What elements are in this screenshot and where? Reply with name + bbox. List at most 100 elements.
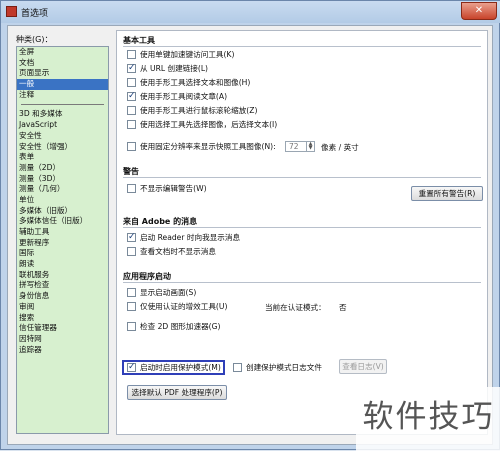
checkbox[interactable] — [127, 184, 136, 193]
show-messages-at-launch-option[interactable]: 启动 Reader 时向我显示消息 — [127, 232, 240, 243]
category-item[interactable]: 全屏 — [17, 47, 108, 58]
category-item[interactable]: 信任管理器 — [17, 323, 108, 334]
option-label: 仅使用认证的增效工具(U) — [140, 302, 228, 311]
checkbox[interactable] — [127, 50, 136, 59]
basic-tools-title: 基本工具 — [123, 36, 155, 45]
category-item[interactable]: 测量（几何） — [17, 184, 108, 195]
category-item[interactable]: 朗读 — [17, 259, 108, 270]
divider — [123, 282, 481, 283]
preferences-window: 首选项 ✕ 种类(G)： 全屏 文档 页面显示 一般 注释 3D 和多媒体 Ja… — [0, 0, 500, 451]
category-item[interactable]: 安全性（增强） — [17, 142, 108, 153]
resolution-spinner[interactable]: 72 ▲ ▼ — [285, 141, 315, 152]
checkbox[interactable] — [233, 363, 242, 372]
category-item[interactable]: 辅助工具 — [17, 227, 108, 238]
enable-protected-mode-option[interactable]: 启动时启用保护模式(M) — [127, 362, 221, 373]
option-label: 检查 2D 图形加速器(G) — [140, 322, 221, 331]
checkbox[interactable] — [127, 288, 136, 297]
spinner-arrows-icon[interactable]: ▲ ▼ — [306, 142, 314, 151]
option-label: 不显示编辑警告(W) — [140, 184, 207, 193]
window-title: 首选项 — [21, 9, 49, 19]
checkbox[interactable] — [127, 78, 136, 87]
option-label: 使用手形工具进行鼠标滚轮缩放(Z) — [140, 106, 258, 115]
certified-plugins-option[interactable]: 仅使用认证的增效工具(U) — [127, 301, 227, 312]
hand-select-option[interactable]: 使用手形工具选择文本和图像(H) — [127, 77, 250, 88]
single-key-tools-option[interactable]: 使用单键加速键访问工具(K) — [127, 49, 234, 60]
create-links-option[interactable]: 从 URL 创建链接(L) — [127, 63, 208, 74]
checkbox[interactable] — [127, 63, 136, 73]
default-pdf-handler-button[interactable]: 选择默认 PDF 处理程序(P) — [127, 385, 227, 400]
category-item[interactable]: 注释 — [17, 90, 108, 101]
category-item[interactable]: 因特网 — [17, 334, 108, 345]
category-item[interactable]: 多媒体（旧版） — [17, 206, 108, 217]
category-separator — [17, 100, 108, 109]
checkbox[interactable] — [127, 142, 136, 151]
category-item[interactable]: 文档 — [17, 58, 108, 69]
category-item[interactable]: 安全性 — [17, 131, 108, 142]
check-2d-accelerator-option[interactable]: 检查 2D 图形加速器(G) — [127, 321, 220, 332]
divider — [123, 177, 481, 178]
show-splash-option[interactable]: 显示启动画面(S) — [127, 287, 196, 298]
categories-list[interactable]: 全屏 文档 页面显示 一般 注释 3D 和多媒体 JavaScript 安全性 … — [16, 46, 109, 434]
category-item[interactable]: 拼写检查 — [17, 280, 108, 291]
select-images-first-option[interactable]: 使用选择工具先选择图像，后选择文本(I) — [127, 119, 277, 130]
view-log-button[interactable]: 查看日志(V) — [339, 359, 387, 374]
option-label: 使用单键加速键访问工具(K) — [140, 50, 235, 59]
settings-panel: 基本工具 使用单键加速键访问工具(K) 从 URL 创建链接(L) 使用手形工具… — [116, 30, 488, 435]
category-item[interactable]: 测量（2D） — [17, 163, 108, 174]
category-item[interactable]: 表单 — [17, 152, 108, 163]
hand-read-articles-option[interactable]: 使用手形工具阅读文章(A) — [127, 91, 227, 102]
divider — [123, 227, 481, 228]
option-label: 显示启动画面(S) — [140, 288, 197, 297]
category-item-selected[interactable]: 一般 — [17, 79, 108, 90]
option-label: 启动时启用保护模式(M) — [140, 363, 221, 372]
protected-mode-log-option[interactable]: 创建保护模式日志文件 — [233, 362, 322, 373]
checkbox[interactable] — [127, 232, 136, 242]
reset-warnings-button[interactable]: 重置所有警告(R) — [411, 186, 483, 201]
resolution-value: 72 — [289, 142, 299, 151]
categories-label: 种类(G)： — [16, 35, 53, 44]
option-label: 查看文档时不显示消息 — [140, 247, 216, 256]
checkbox[interactable] — [127, 120, 136, 129]
adobe-messages-title: 来自 Adobe 的消息 — [123, 217, 198, 226]
option-label: 使用固定分辨率来显示快照工具图像(N): — [140, 142, 276, 151]
category-item[interactable]: 多媒体信任（旧版） — [17, 216, 108, 227]
checkbox[interactable] — [127, 106, 136, 115]
checkbox[interactable] — [127, 91, 136, 101]
hide-messages-viewing-option[interactable]: 查看文档时不显示消息 — [127, 246, 216, 257]
option-label: 使用手形工具选择文本和图像(H) — [140, 78, 251, 87]
checkbox[interactable] — [127, 302, 136, 311]
checkbox[interactable] — [127, 322, 136, 331]
dialog-body: 种类(G)： 全屏 文档 页面显示 一般 注释 3D 和多媒体 JavaScri… — [7, 25, 493, 445]
hand-wheel-zoom-option[interactable]: 使用手形工具进行鼠标滚轮缩放(Z) — [127, 105, 257, 116]
category-item[interactable]: 身份信息 — [17, 291, 108, 302]
option-label: 使用手形工具阅读文章(A) — [140, 92, 228, 101]
option-label: 启动 Reader 时向我显示消息 — [140, 233, 241, 242]
category-item[interactable]: 搜索 — [17, 313, 108, 324]
app-icon — [6, 6, 17, 17]
category-item[interactable]: 联机服务 — [17, 270, 108, 281]
option-label: 创建保护模式日志文件 — [246, 363, 322, 372]
certified-mode-label: 当前在认证模式： — [265, 303, 326, 312]
option-label: 从 URL 创建链接(L) — [140, 64, 209, 73]
checkbox[interactable] — [127, 362, 136, 372]
close-button[interactable]: ✕ — [461, 2, 497, 20]
category-item[interactable]: 3D 和多媒体 — [17, 109, 108, 120]
title-bar[interactable]: 首选项 ✕ — [1, 1, 500, 23]
category-item[interactable]: 更新程序 — [17, 238, 108, 249]
option-label: 使用选择工具先选择图像，后选择文本(I) — [140, 120, 278, 129]
app-startup-title: 应用程序启动 — [123, 272, 171, 281]
no-edit-warning-option[interactable]: 不显示编辑警告(W) — [127, 183, 207, 194]
divider — [123, 46, 481, 47]
fixed-resolution-option[interactable]: 使用固定分辨率来显示快照工具图像(N): — [127, 141, 276, 152]
category-item[interactable]: 单位 — [17, 195, 108, 206]
watermark-text: 软件技巧 — [356, 387, 500, 451]
category-item[interactable]: 审阅 — [17, 302, 108, 313]
category-item[interactable]: JavaScript — [17, 120, 108, 131]
warnings-title: 警告 — [123, 167, 139, 176]
category-item[interactable]: 追踪器 — [17, 345, 108, 356]
category-item[interactable]: 页面显示 — [17, 68, 108, 79]
certified-mode-value: 否 — [339, 303, 347, 312]
category-item[interactable]: 测量（3D） — [17, 174, 108, 185]
checkbox[interactable] — [127, 247, 136, 256]
category-item[interactable]: 国际 — [17, 248, 108, 259]
